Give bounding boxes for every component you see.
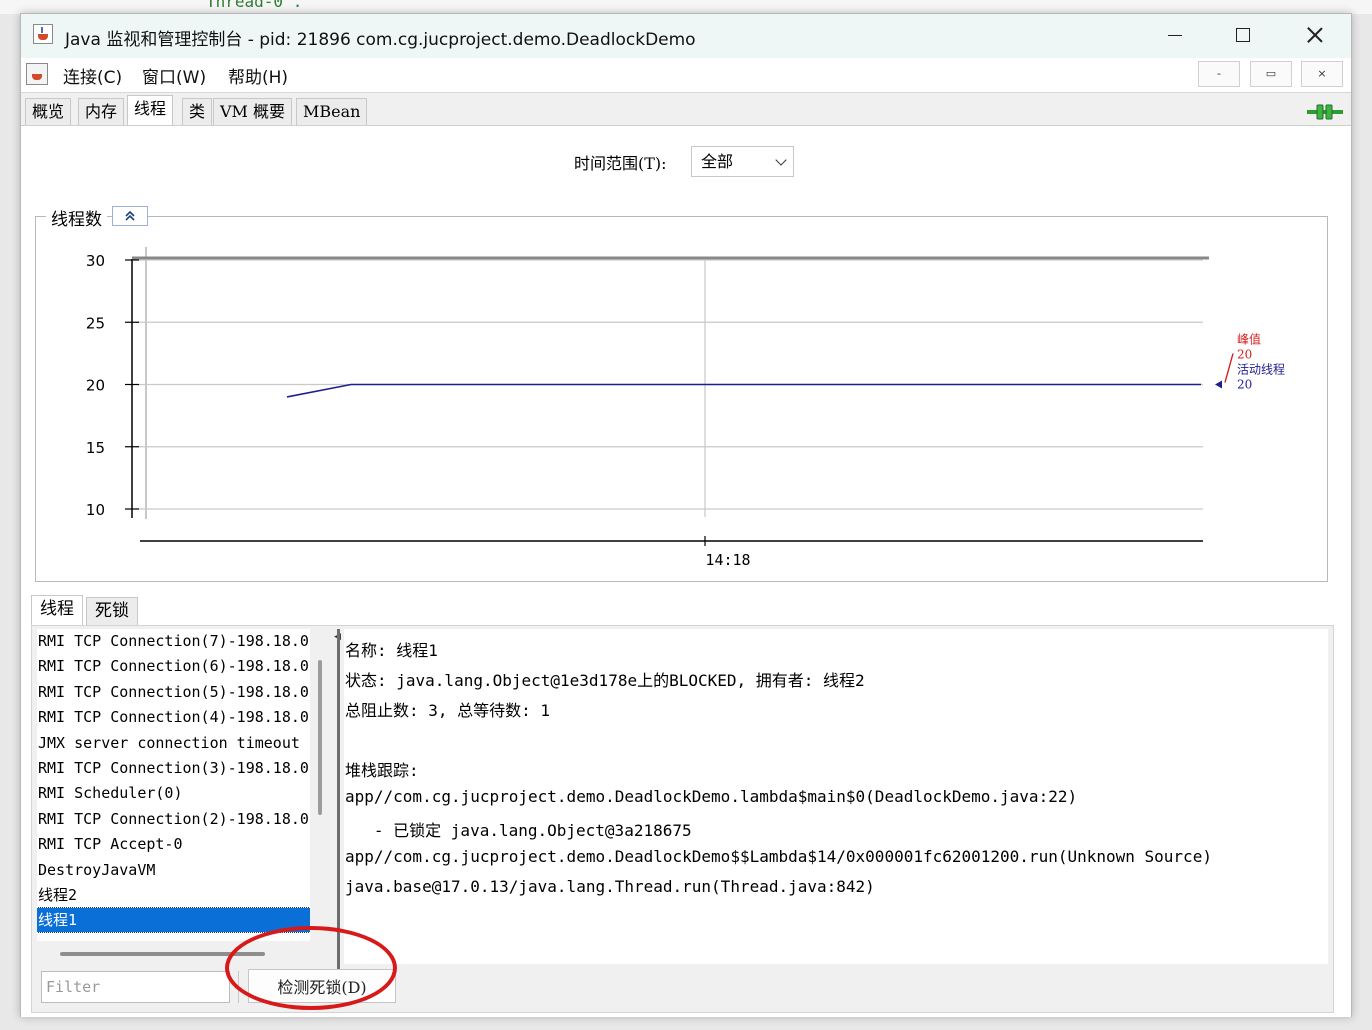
legend-peak-value: 20 (1237, 348, 1252, 362)
thread-name-line: 名称: 线程1 (345, 641, 438, 660)
time-range-label: 时间范围(T): (574, 154, 667, 173)
thread-list-item[interactable]: 线程2 (37, 883, 310, 907)
legend-peak-label: 峰值 (1237, 332, 1261, 347)
thread-counts-line: 总阻止数: 3, 总等待数: 1 (345, 701, 551, 720)
java-cup-icon[interactable] (26, 63, 48, 85)
minimize-window-button[interactable] (1153, 22, 1197, 50)
thread-list-item[interactable]: RMI TCP Connection(3)-198.18.0 (37, 756, 310, 780)
inner-minimize-button[interactable]: - (1198, 61, 1240, 87)
red-highlight-circle (225, 926, 397, 1010)
stack-locked-monitor: - 已锁定 java.lang.Object@3a218675 (345, 821, 692, 840)
time-range-value: 全部 (701, 152, 734, 171)
subtab-deadlock[interactable]: 死锁 (86, 597, 138, 625)
menu-bar: 连接(C) 窗口(W) 帮助(H) - ▭ × (21, 58, 1351, 93)
thread-list-item[interactable]: RMI Scheduler(0) (37, 781, 310, 805)
inner-close-button[interactable]: × (1301, 61, 1343, 87)
thread-info-text: 名称: 线程1 状态: java.lang.Object@1e3d178e上的B… (344, 629, 1328, 964)
thread-count-chart: 3025201510 14:18 峰值20活动线程20 (86, 247, 1285, 569)
legend-live-marker (1215, 380, 1222, 389)
close-window-button[interactable] (1293, 22, 1337, 50)
tab-mbean[interactable]: MBean (296, 98, 368, 125)
thread-detail-panel: RMI TCP Connection(7)-198.18.0 RMI TCP Co… (31, 625, 1334, 1013)
subtab-threads[interactable]: 线程 (31, 595, 83, 625)
thread-list-item[interactable]: JMX server connection timeout (37, 731, 310, 755)
legend-peak-connector (1224, 353, 1234, 383)
java-app-icon (33, 24, 53, 44)
series-line-live-threads (286, 383, 1201, 398)
tab-vm-summary[interactable]: VM 概要 (213, 98, 293, 125)
thread-list-item[interactable]: RMI TCP Accept-0 (37, 832, 310, 856)
connection-status-icon[interactable] (1307, 103, 1343, 121)
thread-list-item[interactable]: RMI TCP Connection(6)-198.18.0 (37, 654, 310, 678)
background-code-text: Thread-0". (206, 0, 303, 11)
y-tick-label: 10 (86, 501, 105, 519)
thread-filter-input[interactable] (41, 971, 230, 1003)
thread-state-line: 状态: java.lang.Object@1e3d178e上的BLOCKED, … (345, 671, 865, 690)
split-pane-divider[interactable] (337, 629, 340, 969)
menu-window[interactable]: 窗口(W) (142, 63, 206, 88)
thread-list-item[interactable]: RMI TCP Connection(4)-198.18.0 (37, 705, 310, 729)
thread-list-scroll-thumb[interactable] (318, 660, 322, 815)
y-tick-label: 25 (86, 314, 105, 332)
window-title: Java 监视和管理控制台 - pid: 21896 com.cg.jucpro… (65, 30, 696, 50)
time-range-select[interactable]: 全部 (691, 146, 794, 177)
threads-tab-content: 时间范围(T): 全部 线程数 30 25 20 15 10 14:18 峰值 … (21, 125, 1351, 1017)
thread-list-item-selected[interactable]: 线程1 (37, 907, 310, 934)
y-tick-label: 15 (86, 439, 105, 457)
stack-frame: java.base@17.0.13/java.lang.Thread.run(T… (345, 877, 875, 896)
chevron-down-icon (775, 154, 787, 166)
menu-connection[interactable]: 连接(C) (63, 63, 122, 88)
x-tick-label: 14:18 (705, 551, 750, 569)
main-tabs: 概览 内存 线程 类 VM 概要 MBean (21, 93, 1351, 125)
title-bar: Java 监视和管理控制台 - pid: 21896 com.cg.jucpro… (21, 14, 1351, 58)
tab-memory[interactable]: 内存 (78, 98, 125, 125)
thread-count-chart-panel: 线程数 30 25 20 15 10 14:18 峰值 20 活动线程 20 (35, 205, 1328, 582)
inner-restore-button[interactable]: ▭ (1250, 61, 1292, 87)
stack-frame: app//com.cg.jucproject.demo.DeadlockDemo… (345, 847, 1212, 866)
y-tick-label: 20 (86, 377, 105, 395)
stack-frame: app//com.cg.jucproject.demo.DeadlockDemo… (345, 787, 1078, 806)
thread-subtabs: 线程 死锁 (31, 595, 431, 625)
thread-list-item[interactable]: RMI TCP Connection(5)-198.18.0 (37, 680, 310, 704)
thread-list[interactable]: RMI TCP Connection(7)-198.18.0 RMI TCP Co… (37, 629, 310, 941)
thread-list-item[interactable]: DestroyJavaVM (37, 858, 310, 882)
y-tick-label: 30 (86, 252, 105, 270)
legend-live-label: 活动线程 (1237, 362, 1285, 377)
thread-list-item[interactable]: RMI TCP Connection(2)-198.18.0 (37, 807, 310, 831)
jconsole-window: Java 监视和管理控制台 - pid: 21896 com.cg.jucpro… (20, 13, 1352, 1017)
thread-list-item[interactable]: RMI TCP Connection(7)-198.18.0 (37, 629, 310, 653)
tab-threads[interactable]: 线程 (127, 95, 174, 125)
menu-help[interactable]: 帮助(H) (228, 63, 288, 88)
legend-live-value: 20 (1237, 378, 1252, 392)
tab-overview[interactable]: 概览 (25, 98, 72, 125)
background-editor-strip: Thread-0". (0, 0, 1372, 14)
maximize-window-button[interactable] (1221, 22, 1265, 50)
tab-classes[interactable]: 类 (182, 98, 213, 125)
stack-trace-header: 堆栈跟踪: (345, 761, 419, 780)
